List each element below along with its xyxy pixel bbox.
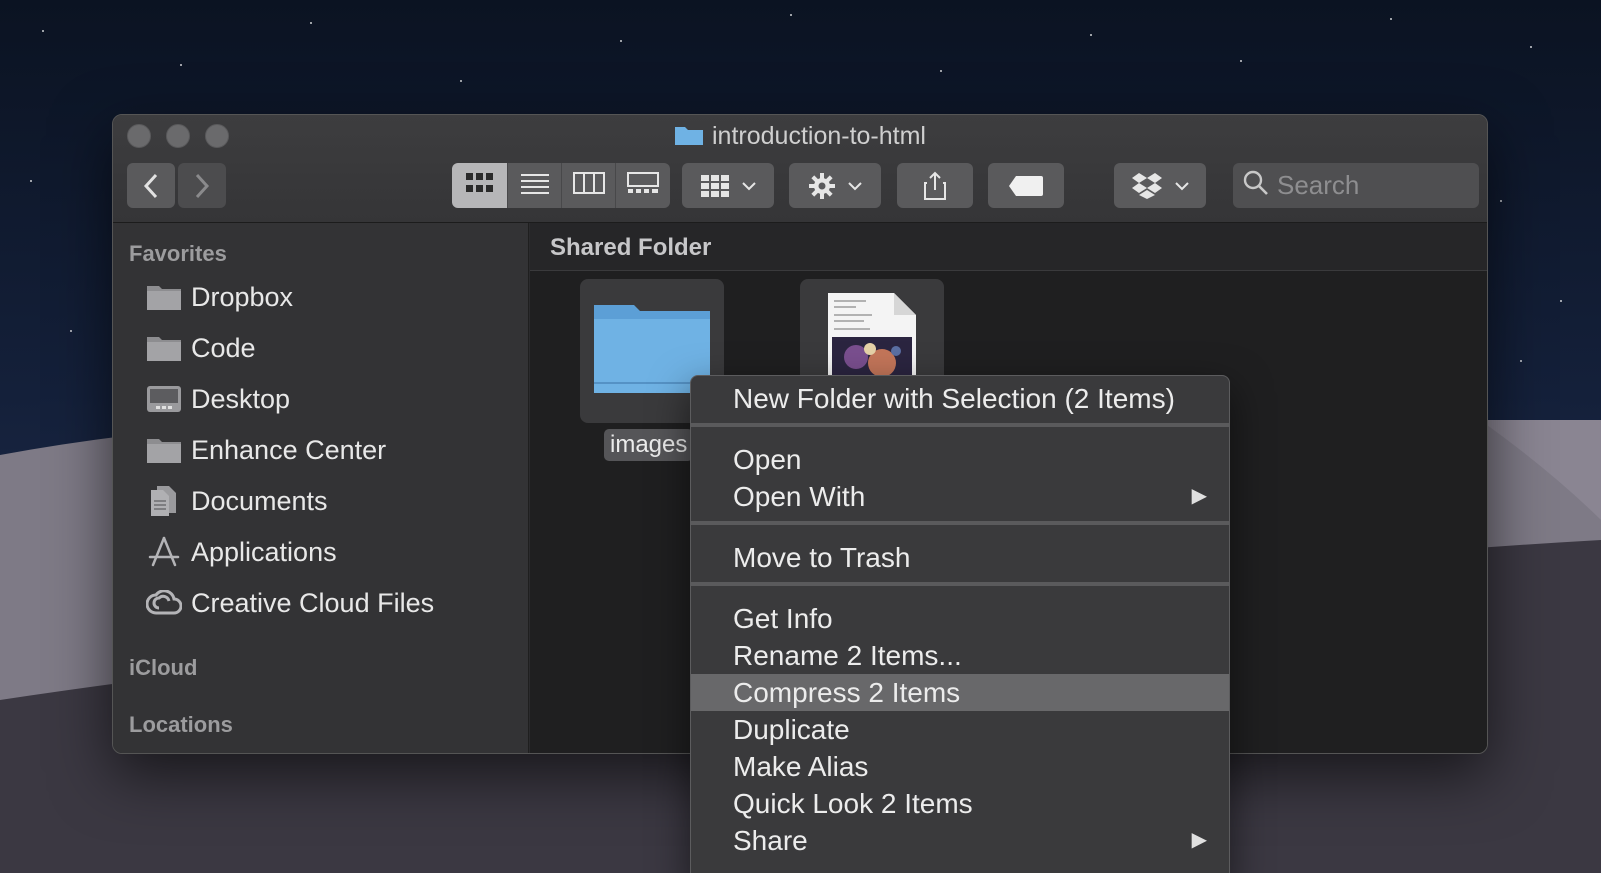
share-icon [923,171,947,201]
back-button[interactable] [127,163,175,208]
icon-view-button[interactable] [452,163,508,208]
menu-item-label: Open With [733,481,866,512]
icloud-header: iCloud [129,655,198,680]
folder-icon [145,332,183,364]
menu-separator [691,521,1229,525]
menu-item-label: Compress 2 Items [733,677,961,708]
desktop-icon [145,383,183,415]
search-field[interactable] [1233,163,1479,208]
view-mode-control[interactable] [452,163,670,208]
menu-item-move-to-trash[interactable]: Move to Trash [691,539,1229,576]
submenu-arrow-icon: ▶ [1191,485,1207,507]
window-title-text: introduction-to-html [712,122,926,150]
column-view-icon [572,172,605,199]
sidebar-item-label: Dropbox [191,281,294,312]
applications-icon [145,536,183,568]
locations-header: Locations [129,712,233,737]
menu-item-open[interactable]: Open [691,441,1229,478]
menu-item-open-with[interactable]: Open With ▶ [691,478,1229,515]
folder-icon [145,281,183,313]
sidebar-item-creative-cloud-files[interactable]: Creative Cloud Files [145,581,434,625]
submenu-arrow-icon: ▶ [1191,829,1207,851]
dropbox-icon [1131,172,1163,200]
favorites-header: Favorites [129,241,227,266]
sidebar-item-label: Desktop [191,383,291,414]
folder-icon [145,434,183,466]
menu-item-label: Get Info [733,603,833,634]
sidebar: Favorites Dropbox Code Desktop Enhance C… [113,223,529,753]
sidebar-item-dropbox[interactable]: Dropbox [145,275,293,319]
menu-item-new-folder-with-selection[interactable]: New Folder with Selection (2 Items) [691,380,1229,417]
sidebar-item-documents[interactable]: Documents [145,479,328,523]
sidebar-item-label: Creative Cloud Files [191,587,435,618]
sidebar-item-label: Enhance Center [191,434,387,465]
window-title: introduction-to-html [113,121,1487,151]
sidebar-item-code[interactable]: Code [145,326,256,370]
menu-item-quick-look[interactable]: Quick Look 2 Items [691,785,1229,822]
share-button[interactable] [897,163,973,208]
icon-view-icon [465,172,495,199]
menu-item-label: Quick Look 2 Items [733,788,973,819]
menu-item-label: Share [733,825,808,856]
menu-separator [691,423,1229,427]
chevron-down-icon [742,181,756,191]
titlebar: introduction-to-html [113,115,1487,223]
sidebar-item-applications[interactable]: Applications [145,530,337,574]
sidebar-item-label: Applications [191,536,337,567]
folder-icon [674,123,704,145]
tag-button[interactable] [988,163,1064,208]
group-by-button[interactable] [682,163,774,208]
column-view-button[interactable] [562,163,616,208]
sidebar-item-label: Documents [191,485,328,516]
menu-item-label: Move to Trash [733,542,911,573]
forward-button[interactable] [178,163,226,208]
chevron-down-icon [1175,181,1189,191]
grid-group-icon [700,174,730,198]
sidebar-item-desktop[interactable]: Desktop [145,377,290,421]
menu-item-duplicate[interactable]: Duplicate [691,711,1229,748]
menu-item-compress[interactable]: Compress 2 Items [691,674,1229,711]
gallery-view-button[interactable] [616,163,670,208]
menu-item-label: Duplicate [733,714,850,745]
menu-item-rename[interactable]: Rename 2 Items... [691,637,1229,674]
menu-item-label: Make Alias [733,751,869,782]
sidebar-item-label: Code [191,332,256,363]
menu-separator [691,582,1229,586]
search-input[interactable] [1277,170,1467,201]
action-menu-button[interactable] [789,163,881,208]
menu-item-label: New Folder with Selection (2 Items) [733,383,1175,414]
list-view-button[interactable] [508,163,562,208]
dropbox-button[interactable] [1114,163,1206,208]
path-header: Shared Folder [530,223,1487,271]
creative-cloud-icon [145,587,183,619]
tag-icon [1008,175,1044,197]
chevron-left-icon [143,173,159,199]
context-menu: New Folder with Selection (2 Items) Open… [690,375,1230,873]
chevron-right-icon [194,173,210,199]
gear-icon [808,172,836,200]
gallery-view-icon [627,172,659,199]
menu-item-label: Open [733,444,802,475]
sidebar-item-enhance-center[interactable]: Enhance Center [145,428,386,472]
menu-item-make-alias[interactable]: Make Alias [691,748,1229,785]
list-view-icon [520,172,550,199]
search-icon [1243,170,1269,201]
menu-item-share[interactable]: Share ▶ [691,822,1229,859]
menu-item-label: Rename 2 Items... [733,640,962,671]
file-label: images [604,429,694,461]
chevron-down-icon [848,181,862,191]
menu-item-get-info[interactable]: Get Info [691,600,1229,637]
document-icon [145,485,183,517]
